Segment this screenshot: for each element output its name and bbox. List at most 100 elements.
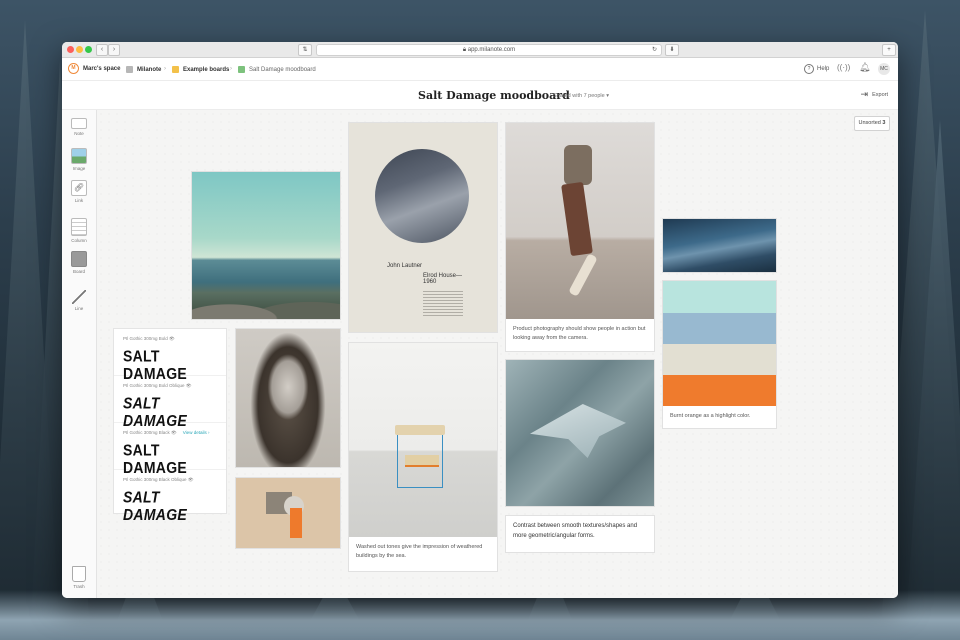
tool-note[interactable]: Note (62, 118, 96, 136)
close-window-button[interactable] (67, 46, 74, 53)
poster-body-text (423, 291, 463, 317)
color-palette-card[interactable]: Burnt orange as a highlight color. (663, 281, 776, 428)
typography-card[interactable]: PIl Gothic 300mg Bold 👁︎ SALT DAMAGE PIl… (114, 329, 226, 523)
type-row: PIl Gothic 300mg Bold Oblique 👁︎ SALT DA… (114, 376, 226, 429)
image-card-poster[interactable]: John Lautner Elrod House— 1960 (349, 123, 497, 332)
tool-column[interactable]: Column (62, 218, 96, 243)
skater-figure (564, 145, 592, 185)
breadcrumb-label: Marc's space (83, 65, 121, 72)
shared-label: Shared with 7 people (553, 93, 605, 99)
breadcrumb-separator: › (164, 66, 166, 72)
poster-circle (375, 149, 469, 243)
breadcrumb-item-space[interactable]: M Marc's space (68, 63, 120, 74)
collage-orange-block (290, 508, 302, 538)
note-card-contrast[interactable]: Contrast between smooth textures/shapes … (506, 516, 654, 552)
tool-board[interactable]: Board (62, 251, 96, 274)
breadcrumb-item-example-boards[interactable]: Example boards (172, 66, 229, 73)
back-button[interactable]: ‹ (96, 44, 108, 56)
swatch (663, 281, 776, 313)
board-color-icon (238, 66, 245, 73)
breadcrumb-label: Salt Damage moodboard (249, 66, 316, 73)
export-button[interactable]: ⇥ Export (861, 89, 888, 100)
forward-button[interactable]: › (108, 44, 120, 56)
tool-image[interactable]: Image (62, 148, 96, 171)
image-card-collage[interactable] (236, 478, 340, 548)
breadcrumb-label: Example boards (183, 66, 230, 73)
poster-title: John Lautner Elrod House— 1960 (387, 263, 462, 285)
shared-dropdown[interactable]: Shared with 7 people ▾ (553, 93, 609, 99)
type-row: PIl Gothic 300mg Bold 👁︎ SALT DAMAGE (114, 329, 226, 382)
breadcrumb-item-milanote[interactable]: Milanote (126, 66, 161, 73)
font-name: PIl Gothic 300mg Bold Oblique (123, 383, 185, 388)
board-color-icon (126, 66, 133, 73)
download-icon[interactable]: ⬇ (665, 44, 679, 56)
line-icon (72, 290, 86, 304)
help-label: Help (817, 66, 830, 72)
swatch (663, 344, 776, 375)
font-name: PIl Gothic 300mg Bold (123, 336, 168, 341)
link-icon: 🔗︎ (71, 180, 87, 196)
notifications-icon[interactable]: 🔔︎ (859, 62, 870, 73)
column-icon (71, 218, 87, 236)
breadcrumb-separator: › (230, 66, 232, 72)
chevron-down-icon: ▾ (606, 93, 609, 99)
note-icon (71, 118, 87, 129)
tool-sidebar: Note Image 🔗︎ Link Column Board Line Tra… (62, 110, 97, 598)
type-row: PIl Gothic 300mg Black Oblique 👁︎ SALT D… (114, 470, 226, 523)
image-card-portrait[interactable] (236, 329, 340, 467)
broadcast-icon[interactable]: ((·)) (837, 63, 850, 72)
board-header: Salt Damage moodboard Shared with 7 peop… (62, 81, 898, 110)
trash-icon (72, 566, 86, 582)
new-tab-button[interactable]: + (882, 44, 896, 56)
maximize-window-button[interactable] (85, 46, 92, 53)
export-label: Export (872, 91, 888, 98)
unsorted-label: Unsorted (858, 120, 881, 126)
minimize-window-button[interactable] (76, 46, 83, 53)
board-icon (71, 251, 87, 267)
unsorted-count: 3 (882, 120, 886, 126)
eye-icon[interactable]: 👁︎ (171, 430, 177, 435)
share-icon[interactable]: ⇅ (298, 44, 312, 56)
help-button[interactable]: ? Help (804, 64, 829, 74)
image-card-skater[interactable]: Product photography should show people i… (506, 123, 654, 351)
browser-window: ‹ › ⇅ 🔒︎ app.milanote.com ↻ ⬇ + M Marc's… (62, 42, 898, 598)
browser-titlebar: ‹ › ⇅ 🔒︎ app.milanote.com ↻ ⬇ + (62, 42, 898, 58)
address-bar[interactable]: 🔒︎ app.milanote.com ↻ (316, 44, 662, 56)
font-sample: SALT DAMAGE (123, 488, 188, 524)
view-details-link[interactable]: View details › (183, 430, 210, 435)
board-color-icon (172, 66, 179, 73)
origami-shape (530, 404, 626, 458)
board-title[interactable]: Salt Damage moodboard (418, 89, 570, 102)
trash-button[interactable]: Trash (62, 566, 96, 589)
reload-icon[interactable]: ↻ (652, 45, 657, 55)
tool-label: Column (71, 238, 87, 243)
skater-legs (561, 181, 593, 257)
rock-shape (192, 285, 340, 319)
tool-label: Board (72, 269, 85, 274)
image-card-chair[interactable]: Washed out tones give the impression of … (349, 343, 497, 571)
card-caption: Washed out tones give the impression of … (356, 544, 483, 559)
eye-icon[interactable]: 👁︎ (169, 336, 175, 341)
unsorted-button[interactable]: Unsorted 3 (854, 116, 890, 131)
avatar[interactable]: MC (878, 63, 890, 75)
chair-shelf (405, 455, 439, 467)
export-icon: ⇥ (860, 89, 869, 99)
url-text: app.milanote.com (467, 47, 516, 53)
card-caption: Product photography should show people i… (513, 326, 646, 341)
image-card-sea[interactable] (192, 172, 340, 319)
breadcrumb-item-current[interactable]: Salt Damage moodboard (238, 66, 316, 73)
image-icon (71, 148, 87, 164)
eye-icon[interactable]: 👁︎ (188, 477, 194, 482)
poster-year: 1960 (423, 279, 437, 285)
image-card-origami[interactable] (506, 360, 654, 506)
tool-line[interactable]: Line (62, 290, 96, 311)
eye-icon[interactable]: 👁︎ (186, 383, 192, 388)
chair-top (395, 425, 445, 435)
skateboard (568, 253, 598, 297)
tool-label: Image (72, 166, 86, 171)
milanote-logo-icon: M (68, 63, 79, 74)
poster-name: John Lautner (387, 263, 423, 269)
swatch (663, 313, 776, 344)
image-card-wave[interactable] (663, 219, 776, 272)
tool-link[interactable]: 🔗︎ Link (62, 180, 96, 203)
